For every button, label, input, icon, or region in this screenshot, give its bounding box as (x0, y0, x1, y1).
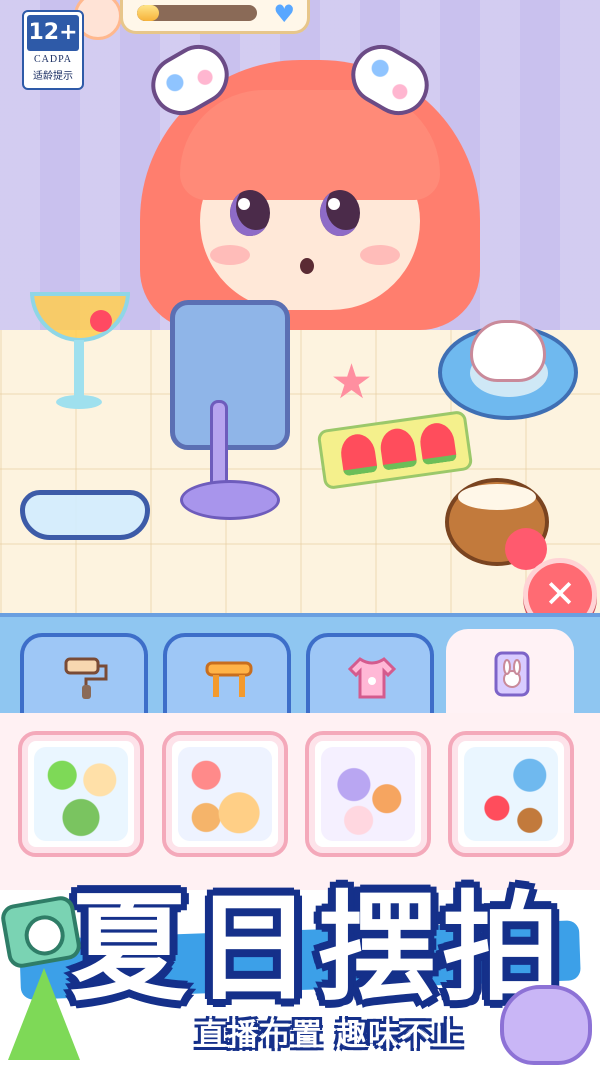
tab-props[interactable] (446, 629, 574, 719)
watermelon-slice (417, 420, 458, 466)
tab-clothing[interactable] (306, 633, 434, 715)
cocktail-stem (74, 340, 84, 400)
rating-org: CADPA (34, 54, 72, 65)
banner-subtitle: 直播布置 趣味不止 (195, 1018, 465, 1053)
stand-base (180, 480, 280, 520)
progress-fill (137, 5, 159, 21)
room-scene: ♥ 12+ CADPA 适龄提示 ★ ✕ (0, 0, 600, 620)
bunny-plush-icon[interactable] (470, 320, 546, 382)
phone-on-stand-icon[interactable] (170, 300, 290, 450)
progress-track (137, 5, 257, 21)
character-girl[interactable] (130, 20, 490, 340)
character-blush-right (360, 245, 400, 265)
rating-label: 适龄提示 (33, 71, 73, 82)
character-eye-left (230, 190, 270, 236)
watermelon-slice (378, 426, 418, 471)
christmas-tree-icon (8, 968, 80, 1060)
character-blush-left (210, 245, 250, 265)
coconut-top (458, 484, 536, 510)
decor-set-icon (34, 747, 128, 841)
bear-plush-icon (500, 985, 592, 1065)
paint-roller-icon (64, 657, 108, 699)
cherry-icon (90, 310, 112, 332)
bunny-phone-icon (494, 651, 530, 697)
camera-icon (0, 894, 83, 970)
cocktail-foot (56, 395, 102, 409)
food-set-icon (178, 747, 272, 841)
tab-furniture[interactable] (163, 633, 291, 715)
starfish-icon[interactable]: ★ (330, 358, 373, 406)
item-card-decor[interactable] (18, 731, 144, 857)
stool-icon (205, 661, 253, 697)
summer-set-icon (464, 747, 558, 841)
character-eye-right (320, 190, 360, 236)
watermelon-slice (338, 431, 378, 477)
desk-items-set-icon (321, 747, 415, 841)
character-mouth (300, 258, 314, 274)
shirt-icon (347, 657, 397, 699)
item-card-desk[interactable] (305, 731, 431, 857)
item-card-food[interactable] (162, 731, 288, 857)
stand-arm (210, 400, 228, 490)
banner-title: 夏日摆拍 (69, 879, 566, 1017)
item-panel (0, 613, 600, 897)
tab-wallpaper[interactable] (20, 633, 148, 715)
item-card-summer[interactable] (448, 731, 574, 857)
swim-goggles-icon[interactable] (20, 490, 150, 540)
age-rating-badge: 12+ CADPA 适龄提示 (22, 10, 84, 90)
rating-age: 12+ (27, 15, 79, 51)
